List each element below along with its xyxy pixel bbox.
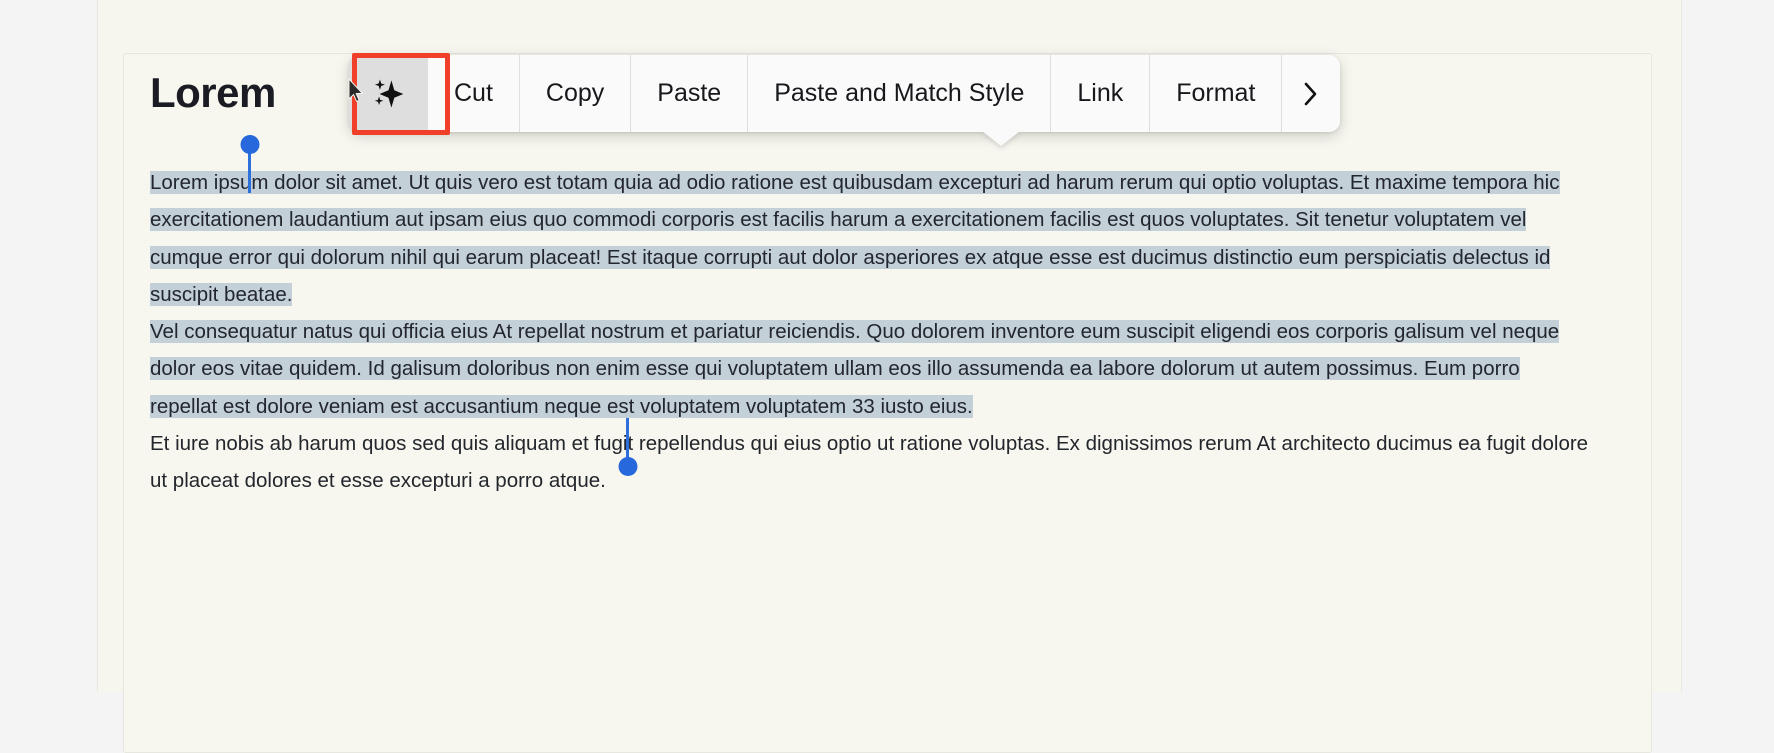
page-title: Lorem: [150, 69, 276, 116]
paragraph-1-text: Lorem ipsum dolor sit amet. Ut quis vero…: [150, 171, 1560, 306]
cut-button[interactable]: Cut: [428, 55, 520, 132]
cut-label: Cut: [454, 79, 493, 107]
editor-page: Lorem Lorem ipsum dolor sit amet. Ut qui…: [97, 0, 1682, 753]
copy-label: Copy: [545, 79, 605, 107]
format-label: Format: [1176, 79, 1256, 107]
link-button[interactable]: Link: [1051, 55, 1151, 132]
format-button[interactable]: Format: [1150, 55, 1283, 132]
toolbar-pointer-tail: [982, 131, 1020, 146]
chevron-right-icon: [1305, 82, 1317, 105]
paragraph-2[interactable]: Vel consequatur natus qui officia eius A…: [150, 313, 1590, 425]
link-label: Link: [1077, 79, 1124, 107]
more-options-button[interactable]: [1282, 55, 1341, 132]
selection-end-handle[interactable]: [618, 418, 637, 476]
paste-label: Paste: [657, 79, 722, 107]
selection-start-handle[interactable]: [240, 135, 259, 193]
mouse-cursor-icon: [348, 78, 364, 103]
document-card: Lorem Lorem ipsum dolor sit amet. Ut qui…: [123, 53, 1652, 753]
sparkle-icon: [374, 79, 404, 108]
copy-button[interactable]: Copy: [519, 55, 632, 132]
paragraph-1[interactable]: Lorem ipsum dolor sit amet. Ut quis vero…: [150, 164, 1590, 313]
paste-and-match-style-label: Paste and Match Style: [774, 79, 1025, 107]
selection-end-knob[interactable]: [618, 457, 637, 476]
selection-start-knob[interactable]: [240, 135, 259, 154]
paragraph-3[interactable]: Et iure nobis ab harum quos sed quis ali…: [150, 425, 1590, 500]
paste-button[interactable]: Paste: [631, 55, 749, 132]
document-body[interactable]: Lorem ipsum dolor sit amet. Ut quis vero…: [150, 164, 1590, 500]
paragraph-2-text: Vel consequatur natus qui officia eius A…: [150, 320, 1560, 418]
paste-and-match-style-button[interactable]: Paste and Match Style: [748, 55, 1052, 132]
context-menu-toolbar[interactable]: Cut Copy Paste Paste and Match Style Lin…: [349, 55, 1341, 132]
paragraph-3-text: Et iure nobis ab harum quos sed quis ali…: [150, 432, 1589, 493]
